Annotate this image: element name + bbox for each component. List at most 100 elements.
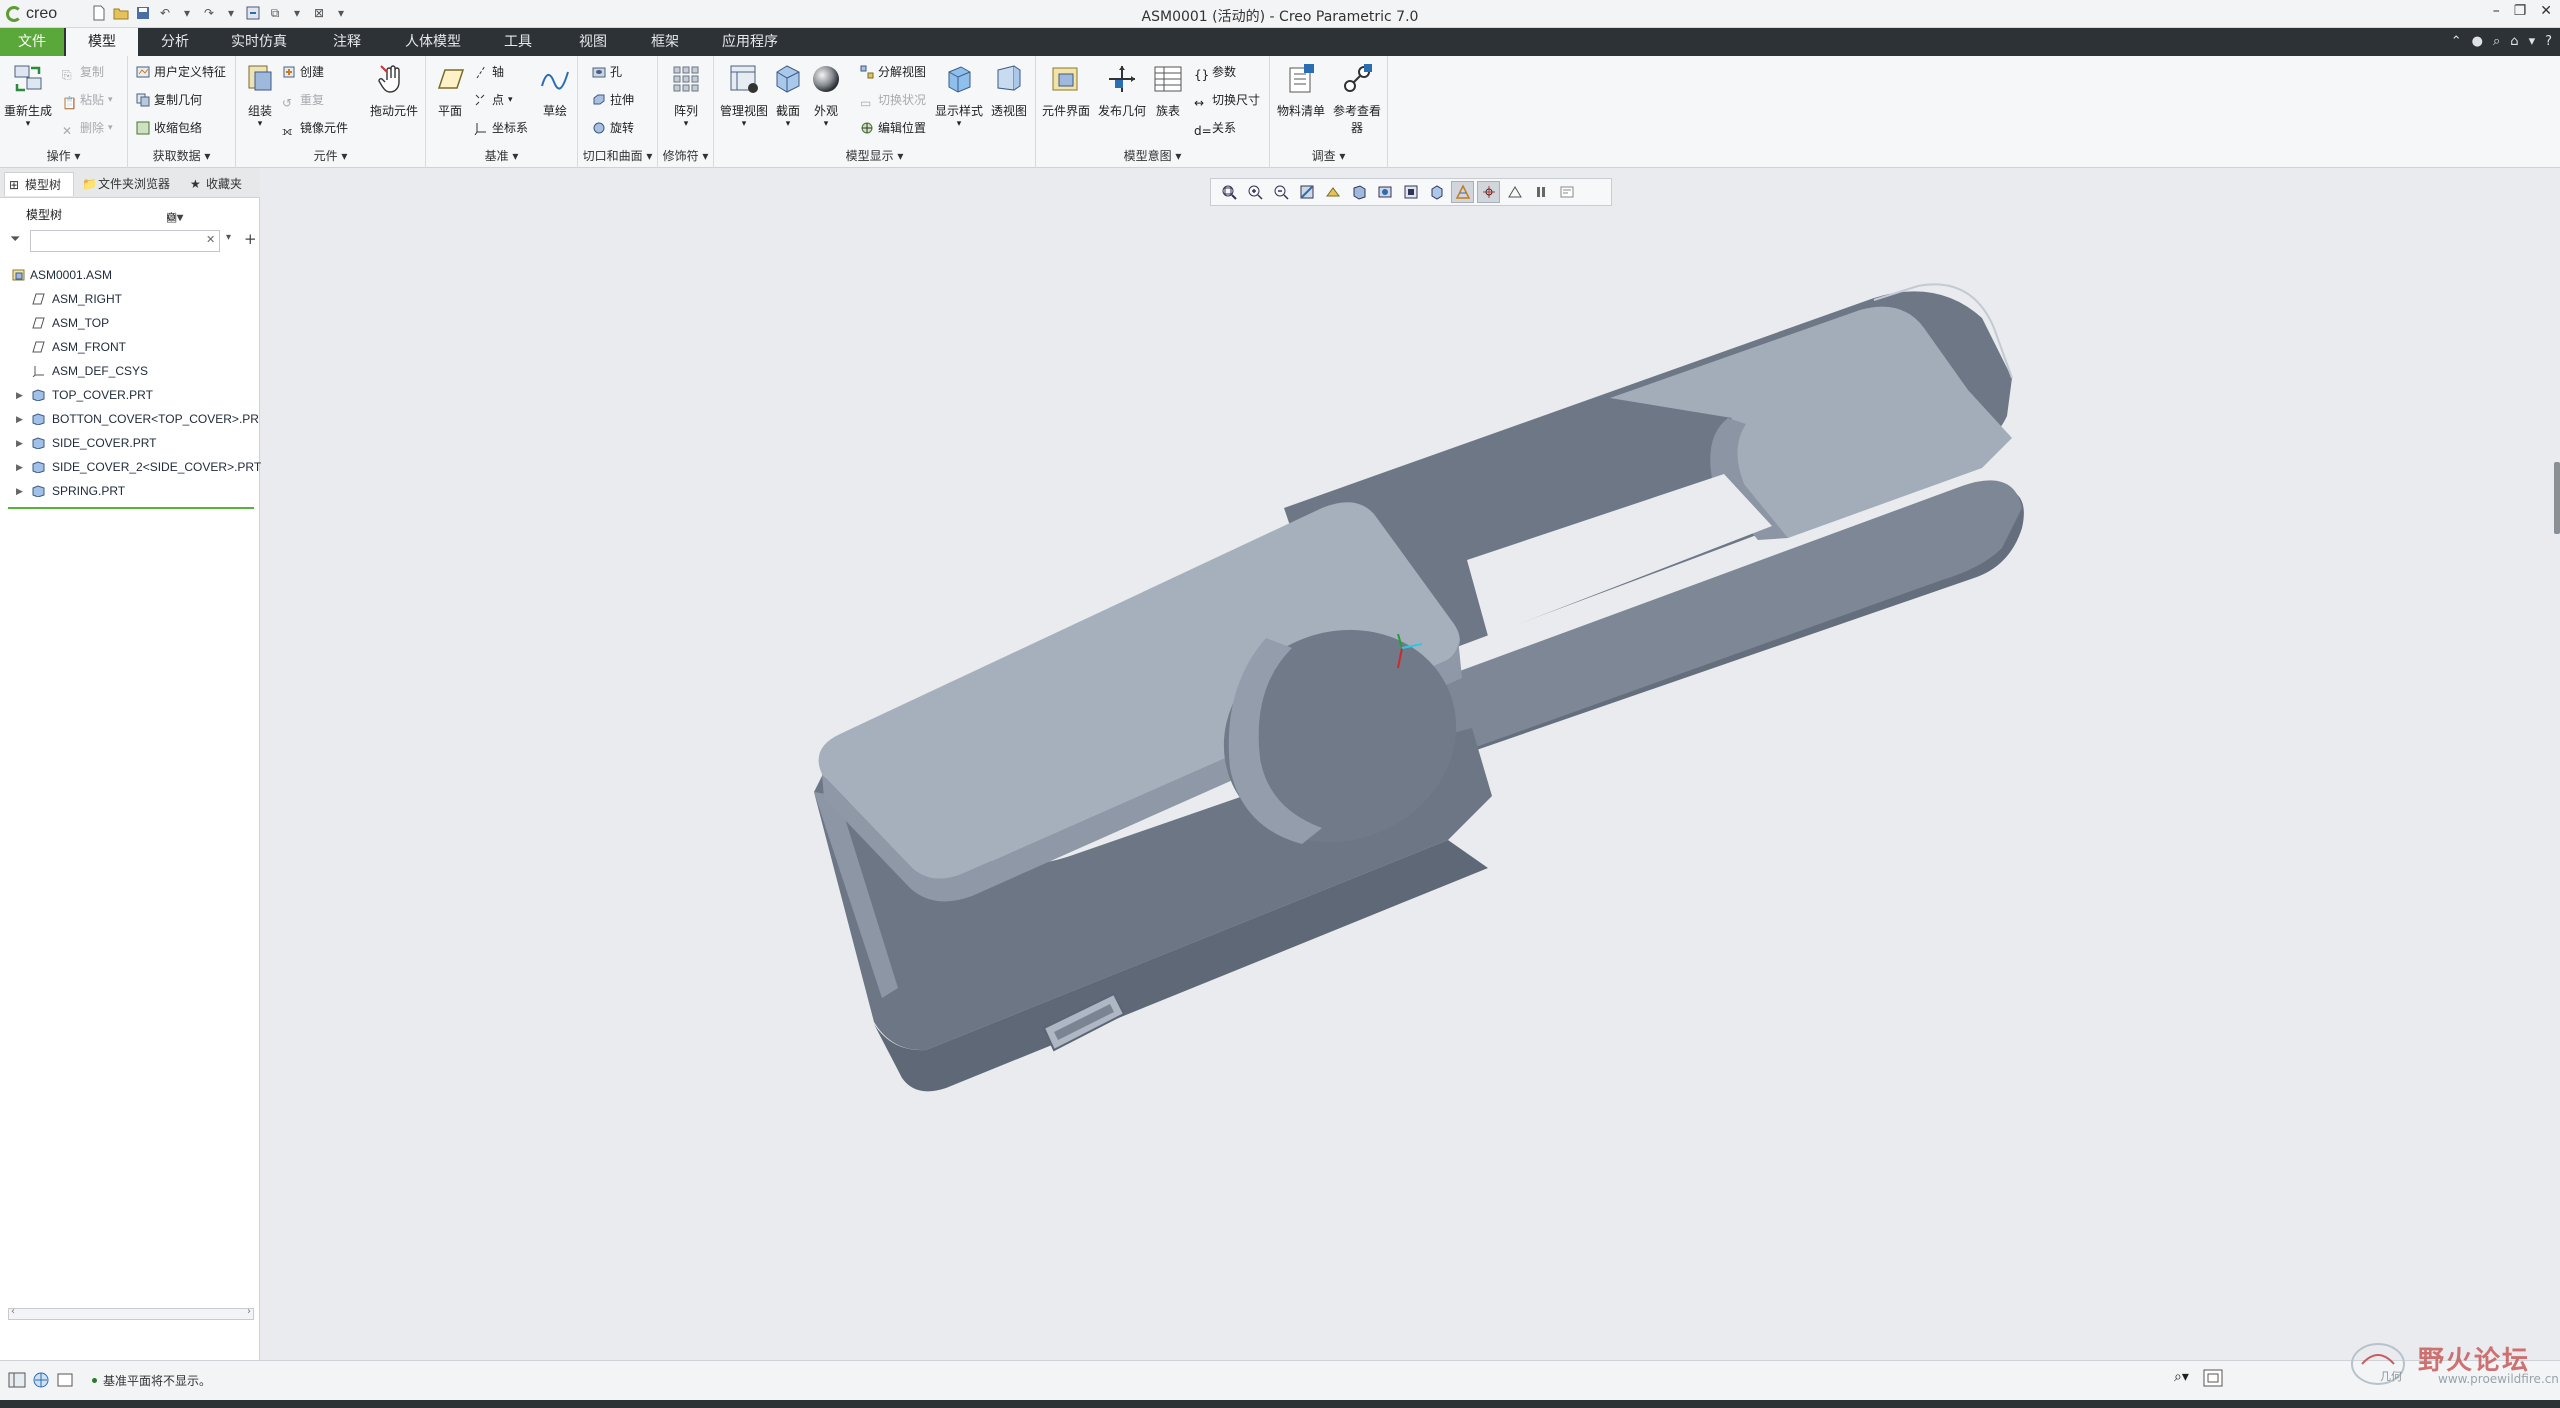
manage-views-button[interactable]: 管理视图 ▾ — [718, 62, 770, 129]
search-dropdown-icon[interactable]: ▾ — [226, 232, 231, 243]
new-file-icon[interactable] — [90, 4, 108, 22]
section-dropdown-icon[interactable]: ▾ — [768, 119, 808, 129]
point-button[interactable]: 点 ▾ — [474, 90, 513, 110]
expand-arrow-icon[interactable]: ▶ — [16, 456, 23, 478]
delete-button[interactable]: ✕ 删除 ▾ — [62, 118, 113, 138]
tab-file[interactable]: 文件 — [0, 28, 64, 56]
tab-live-simulation[interactable]: 实时仿真 — [212, 28, 306, 56]
tab-tools[interactable]: 工具 — [480, 28, 556, 56]
shrinkwrap-button[interactable]: 收缩包络 — [136, 118, 202, 138]
saved-orientations-icon[interactable] — [1373, 181, 1396, 203]
clear-search-icon[interactable]: ✕ — [206, 233, 215, 246]
display-style-button[interactable]: 显示样式 ▾ — [932, 62, 986, 129]
filter-funnel-icon[interactable]: ⏷ — [10, 232, 20, 247]
selection-filter-icon[interactable] — [2203, 1369, 2223, 1391]
section-button[interactable]: 截面 ▾ — [768, 62, 808, 129]
learning-icon[interactable]: ⌂ — [2510, 34, 2518, 49]
parameters-button[interactable]: {} 参数 — [1194, 62, 1236, 82]
group-model-intent-label[interactable]: 模型意图 ▾ — [1036, 147, 1269, 164]
tab-favorites[interactable]: ★ 收藏夹 — [186, 172, 258, 196]
redo-icon[interactable]: ↷ — [200, 4, 218, 22]
sketch-button[interactable]: 草绘 — [534, 62, 576, 119]
undo-dropdown-icon[interactable]: ▾ — [178, 4, 196, 22]
pattern-dropdown-icon[interactable]: ▾ — [660, 119, 712, 129]
toggle-navigator-icon[interactable] — [8, 1371, 26, 1389]
perspective-view-icon[interactable] — [1321, 181, 1344, 203]
pause-icon[interactable] — [1529, 181, 1552, 203]
relations-button[interactable]: d= 关系 — [1194, 118, 1236, 138]
regenerate-small-icon[interactable] — [244, 4, 262, 22]
assemble-button[interactable]: 组装 ▾ — [238, 62, 282, 129]
tree-item[interactable]: ▶ BOTTON_COVER<TOP_COVER>.PR — [0, 408, 259, 430]
tab-manikin[interactable]: 人体模型 — [388, 28, 478, 56]
group-model-display-label[interactable]: 模型显示 ▾ — [714, 147, 1035, 164]
group-datum-label[interactable]: 基准 ▾ — [426, 147, 577, 164]
reference-viewer-button[interactable]: 参考查看 器 — [1328, 62, 1386, 136]
minimize-icon[interactable]: – — [2493, 3, 2500, 19]
tab-applications[interactable]: 应用程序 — [702, 28, 798, 56]
assembly-model[interactable] — [262, 168, 2560, 1360]
regenerate-dropdown-icon[interactable]: ▾ — [2, 119, 54, 129]
bom-button[interactable]: 物料清单 — [1274, 62, 1328, 119]
component-interface-button[interactable]: 元件界面 — [1038, 62, 1094, 119]
scroll-right-icon[interactable]: › — [247, 1306, 251, 1317]
restore-icon[interactable]: ❐ — [2514, 3, 2527, 19]
toggle-browser-icon[interactable] — [32, 1371, 50, 1389]
help-icon[interactable]: ? — [2545, 34, 2552, 49]
tree-item[interactable]: ▶ SIDE_COVER_2<SIDE_COVER>.PRT — [0, 456, 261, 478]
expand-arrow-icon[interactable]: ▶ — [16, 432, 23, 454]
perspective-button[interactable]: 透视图 — [984, 62, 1034, 119]
axis-button[interactable]: 轴 — [474, 62, 504, 82]
tree-item[interactable]: ▶ SPRING.PRT — [0, 480, 258, 502]
csys-button[interactable]: 坐标系 — [474, 118, 528, 138]
udf-button[interactable]: 用户定义特征 — [136, 62, 226, 82]
annotation-display-icon[interactable] — [1477, 181, 1500, 203]
find-binoculars-icon[interactable]: ⌕▾ — [2174, 1369, 2189, 1391]
zoom-out-icon[interactable] — [1269, 181, 1292, 203]
repeat-button[interactable]: ↺ 重复 — [282, 90, 324, 110]
explode-view-button[interactable]: 分解视图 — [860, 62, 926, 82]
zoom-in-icon[interactable] — [1243, 181, 1266, 203]
expand-arrow-icon[interactable]: ▶ — [16, 408, 23, 430]
graphics-window[interactable] — [262, 168, 2560, 1360]
tab-framework[interactable]: 框架 — [630, 28, 700, 56]
close-icon[interactable]: ✕ — [2540, 3, 2552, 19]
paste-button[interactable]: 📋 粘贴 ▾ — [62, 90, 113, 110]
pattern-button[interactable]: 阵列 ▾ — [660, 62, 712, 129]
group-investigate-label[interactable]: 调查 ▾ — [1270, 147, 1387, 164]
add-item-icon[interactable]: + — [244, 230, 257, 248]
windows-dropdown-icon[interactable]: ▾ — [288, 4, 306, 22]
right-panel-grip[interactable] — [2554, 462, 2560, 534]
expand-arrow-icon[interactable]: ▶ — [16, 384, 23, 406]
display-style-toolbar-icon[interactable] — [1347, 181, 1370, 203]
group-cut-surface-label[interactable]: 切口和曲面 ▾ — [578, 147, 657, 164]
mirror-component-button[interactable]: ⟗ 镜像元件 — [282, 118, 348, 138]
display-style-dropdown-icon[interactable]: ▾ — [932, 119, 986, 129]
group-component-label[interactable]: 元件 ▾ — [236, 147, 425, 164]
manage-views-dropdown-icon[interactable]: ▾ — [718, 119, 770, 129]
datum-display-filters-icon[interactable] — [1451, 181, 1474, 203]
close-window-icon[interactable]: ⊠ — [310, 4, 328, 22]
assemble-dropdown-icon[interactable]: ▾ — [238, 119, 282, 129]
spin-center-icon[interactable] — [1503, 181, 1526, 203]
tree-item[interactable]: ▶ TOP_COVER.PRT — [0, 384, 258, 406]
view-manager-icon[interactable] — [1399, 181, 1422, 203]
section-view-icon[interactable] — [1425, 181, 1448, 203]
tree-item[interactable]: ASM_TOP — [0, 312, 258, 334]
tab-annotate[interactable]: 注释 — [308, 28, 386, 56]
regenerate-button[interactable]: 重新生成 ▾ — [2, 62, 54, 129]
extrude-button[interactable]: 拉伸 — [592, 90, 634, 110]
group-get-data-label[interactable]: 获取数据 ▾ — [128, 147, 235, 164]
expand-arrow-icon[interactable]: ▶ — [16, 480, 23, 502]
group-operations-label[interactable]: 操作 ▾ — [0, 147, 127, 164]
group-modifiers-label[interactable]: 修饰符 ▾ — [658, 147, 713, 164]
options-dropdown-icon[interactable]: ▾ — [2529, 34, 2536, 49]
tree-item[interactable]: ASM_FRONT — [0, 336, 258, 358]
collapse-ribbon-icon[interactable]: ⌃ — [2451, 34, 2462, 49]
revolve-button[interactable]: 旋转 — [592, 118, 634, 138]
drag-components-button[interactable]: 拖动元件 — [364, 62, 424, 119]
redo-dropdown-icon[interactable]: ▾ — [222, 4, 240, 22]
plane-button[interactable]: 平面 — [428, 62, 472, 119]
tab-view[interactable]: 视图 — [558, 28, 628, 56]
scroll-left-icon[interactable]: ‹ — [11, 1306, 15, 1317]
